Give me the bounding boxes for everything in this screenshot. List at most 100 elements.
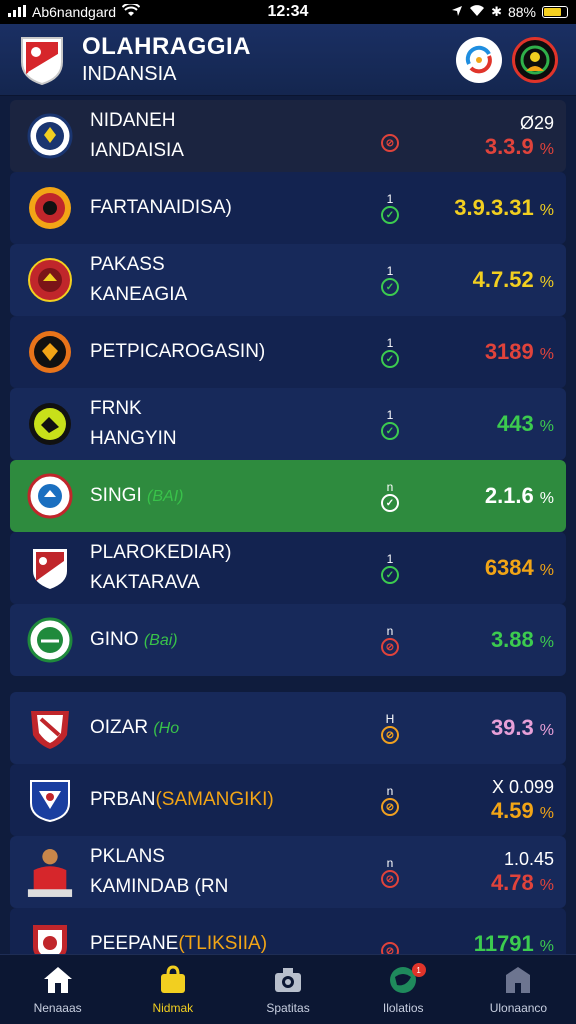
item-tag: (RN xyxy=(194,876,229,897)
item-mark: n xyxy=(386,856,394,870)
nav-item-globe[interactable]: Ilolatios 1 xyxy=(346,955,461,1024)
block-circle-icon: ⊘ xyxy=(381,798,399,816)
list-item[interactable]: SINGI (BAI) n ✓ 2.1.6% xyxy=(10,460,566,532)
list-item[interactable]: PETPICAROGASIN) 1 ✓ 3189% xyxy=(10,316,566,388)
item-tag: (Ho xyxy=(153,719,180,737)
nav-item-building[interactable]: Ulonaanco xyxy=(461,955,576,1024)
check-circle-icon: ✓ xyxy=(381,206,399,224)
nav-item-home[interactable]: Nenaaas xyxy=(0,955,115,1024)
team-crest-icon xyxy=(26,112,74,160)
item-value: 3.3.9 xyxy=(484,133,534,159)
list-item[interactable]: OIZAR (Ho H ⊘ 39.3% xyxy=(10,692,566,764)
item-unit: % xyxy=(539,938,554,955)
team-crest-icon xyxy=(26,328,74,376)
item-unit: % xyxy=(539,202,554,219)
check-circle-icon: ✓ xyxy=(381,350,399,368)
item-subname: KAMINDAB xyxy=(90,876,190,897)
signal-icon xyxy=(8,4,26,20)
list-item[interactable]: GINO (Bai) n ⊘ 3.88% xyxy=(10,604,566,676)
item-unit: % xyxy=(539,140,554,158)
list-item[interactable]: PKLANS KAMINDAB (RN n ⊘ 1.0.45 4.78% xyxy=(10,836,566,908)
item-mark: 1 xyxy=(386,336,394,350)
item-unit: % xyxy=(539,346,554,363)
nav-label: Ilolatios xyxy=(382,1000,424,1015)
battery-percent: 88% xyxy=(507,4,536,20)
list-item[interactable]: FRNK HANGYIN 1 ✓ 443% xyxy=(10,388,566,460)
item-value: 4.78 xyxy=(490,869,534,895)
swirl-icon xyxy=(465,45,492,73)
nav-label: Nidmak xyxy=(152,1000,194,1015)
item-mark: n xyxy=(386,784,394,798)
list-item[interactable]: PRBAN(SAMANGIKI) n ⊘ X 0.099 4.59% xyxy=(10,764,566,836)
status-bar: Ab6nandgard 12:34 ✱ 88% xyxy=(0,0,576,24)
item-mark: n xyxy=(386,624,394,638)
item-value: 39.3 xyxy=(490,715,534,740)
check-circle-icon: ✓ xyxy=(381,278,399,296)
nav-item-bag[interactable]: Nidmak xyxy=(115,955,230,1024)
item-name: FRNK xyxy=(90,398,142,419)
wifi-icon xyxy=(121,2,141,20)
list-item[interactable]: FARTANAIDISA) 1 ✓ 3.9.3.31% xyxy=(10,172,566,244)
item-name: GINO xyxy=(90,628,139,650)
shield-logo-icon xyxy=(18,34,66,86)
list-item[interactable]: PAKASS KANEAGIA 1 ✓ 4.7.52% xyxy=(10,244,566,316)
list-item[interactable]: PLAROKEDIAR) KAKTARAVA 1 ✓ 6384% xyxy=(10,532,566,604)
location-icon xyxy=(451,4,463,20)
team-crest-icon xyxy=(26,848,74,897)
check-circle-icon: ✓ xyxy=(381,494,399,512)
check-circle-icon: ✓ xyxy=(381,422,399,440)
bag-icon xyxy=(156,964,190,995)
list-item[interactable]: NIDANEH IANDAISIA ⊘ Ø29 3.3.9% xyxy=(10,100,566,172)
bluetooth-icon: ✱ xyxy=(491,4,502,19)
item-name: OIZAR xyxy=(90,716,149,738)
item-value: 443 xyxy=(497,411,534,436)
item-name: FARTANAIDISA) xyxy=(90,197,232,218)
profile-button[interactable] xyxy=(512,36,558,83)
item-mark: H xyxy=(385,712,395,726)
item-value: 3.9.3.31 xyxy=(454,195,534,220)
item-value: 11791 xyxy=(473,931,534,956)
team-crest-icon xyxy=(26,472,74,520)
team-crest-icon xyxy=(26,544,74,592)
clock: 12:34 xyxy=(267,3,309,20)
nav-label: Nenaaas xyxy=(33,1000,82,1015)
item-name: PEEPANE xyxy=(90,933,179,954)
item-name: PETPICAROGASIN) xyxy=(90,341,266,362)
team-crest-icon xyxy=(26,776,74,824)
item-value: 3.88 xyxy=(490,627,534,652)
refresh-button[interactable] xyxy=(456,36,502,83)
item-value: 3189 xyxy=(484,339,534,364)
item-name: PAKASS xyxy=(90,254,165,275)
item-secondary-value: Ø29 xyxy=(519,112,554,133)
wifi-status-icon xyxy=(469,4,485,20)
item-tag: (TLIKSIIA) xyxy=(178,933,268,954)
block-circle-icon: ⊘ xyxy=(381,638,399,656)
item-unit: % xyxy=(539,562,554,579)
nav-item-camera[interactable]: Spatitas xyxy=(230,955,345,1024)
nav-label: Spatitas xyxy=(266,1000,310,1015)
item-subname: IANDAISIA xyxy=(90,140,184,161)
nav-label: Ulonaanco xyxy=(489,1000,548,1015)
item-tag: (Bai) xyxy=(143,631,178,649)
building-icon xyxy=(501,965,535,995)
item-value: 4.7.52 xyxy=(472,267,534,292)
item-unit: % xyxy=(539,274,554,291)
item-name: PKLANS xyxy=(90,846,165,867)
block-circle-icon: ⊘ xyxy=(381,726,399,744)
team-crest-icon xyxy=(26,184,74,232)
item-unit: % xyxy=(539,722,554,739)
block-circle-icon: ⊘ xyxy=(381,134,399,152)
bottom-nav: Nenaaas Nidmak Spatitas Ilolatios 1 Ulonaanco xyxy=(0,954,576,1024)
carrier-label: Ab6nandgard xyxy=(32,4,117,20)
item-name: PLAROKEDIAR) xyxy=(90,542,232,563)
team-crest-icon xyxy=(26,256,74,304)
app-title: OLAHRAGGIA xyxy=(82,33,251,60)
item-value: 2.1.6 xyxy=(484,483,534,508)
list-divider xyxy=(10,676,566,692)
item-secondary-value: 1.0.45 xyxy=(503,848,554,869)
item-name: PRBAN xyxy=(90,789,156,810)
item-unit: % xyxy=(539,490,554,507)
home-icon xyxy=(41,965,75,995)
item-mark: 1 xyxy=(386,408,394,422)
item-subname: KANEAGIA xyxy=(90,284,188,305)
